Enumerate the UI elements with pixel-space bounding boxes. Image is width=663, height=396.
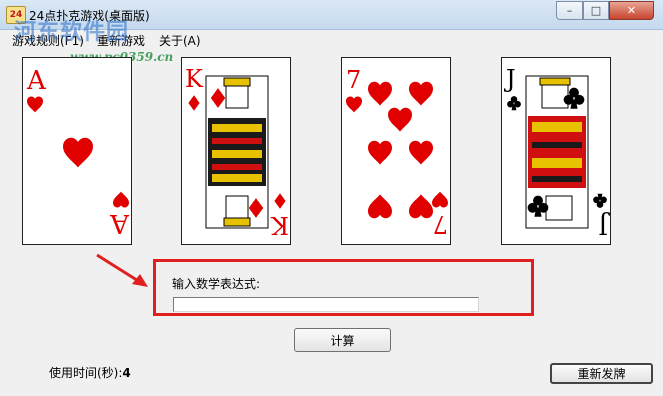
svg-text:7: 7 [346,66,361,94]
elapsed-time: 使用时间(秒):4 [49,364,131,381]
svg-text:7: 7 [433,210,448,238]
expression-label: 输入数学表达式: [172,277,261,291]
card-seven-hearts[interactable]: 7 7 [341,57,451,245]
red-arrow-annotation [96,253,148,287]
svg-text:A: A [26,66,47,96]
maximize-button[interactable]: □ [583,1,609,20]
svg-text:J: J [598,211,611,239]
svg-text:K: K [185,65,204,93]
svg-text:A: A [109,208,130,238]
card-king-diamonds[interactable]: K K [181,57,291,245]
calculate-button[interactable]: 计算 [294,328,391,352]
elapsed-time-label: 使用时间(秒): [49,366,123,380]
elapsed-time-value: 4 [122,366,131,380]
card-ace-hearts[interactable]: A A [22,57,132,245]
menu-about[interactable]: 关于(A) [159,32,201,49]
card-jack-clubs[interactable]: J J [501,57,611,245]
minimize-button[interactable]: – [556,1,583,20]
svg-text:J: J [503,65,516,93]
redeal-button[interactable]: 重新发牌 [550,363,653,384]
expression-input[interactable] [173,297,479,312]
watermark-logo: 河东软件园 [14,19,130,45]
svg-text:K: K [270,211,289,239]
close-button[interactable]: ✕ [609,1,654,20]
